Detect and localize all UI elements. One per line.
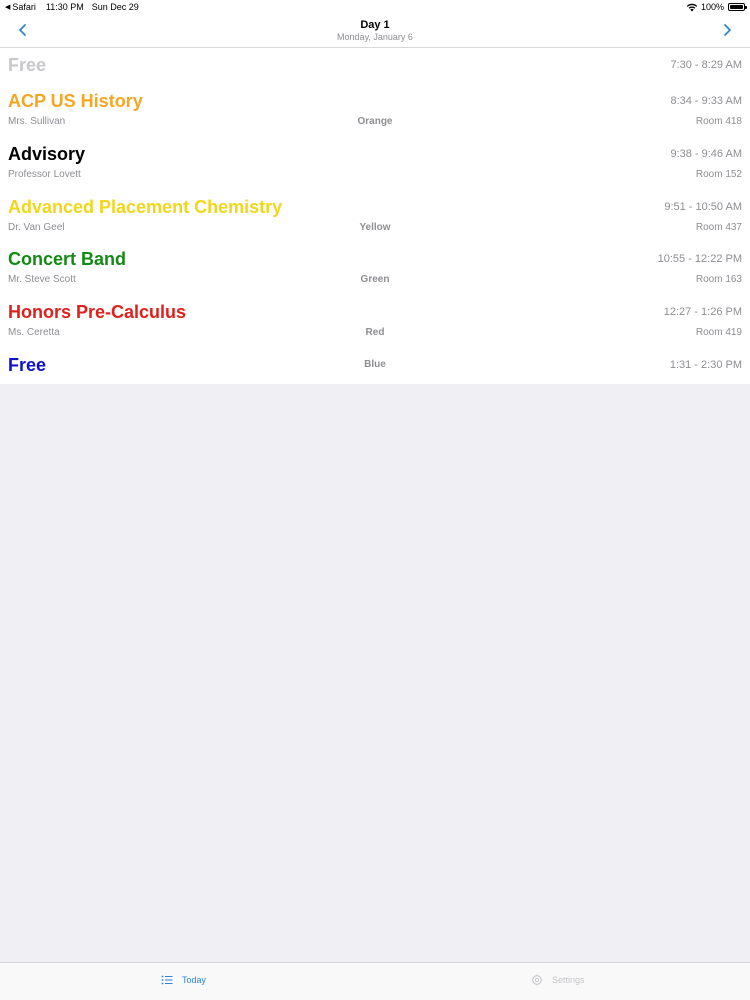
status-time: 11:30 PM	[45, 2, 84, 12]
period-room: Room 152	[695, 169, 742, 180]
period-time: 1:31 - 2:30 PM	[669, 359, 742, 371]
period-time: 12:27 - 1:26 PM	[663, 306, 742, 318]
status-date: Sun Dec 29	[91, 2, 139, 12]
period-row[interactable]: Honors Pre-Calculus 12:27 - 1:26 PM Ms. …	[0, 295, 750, 348]
period-room: Room 419	[695, 327, 742, 338]
period-teacher: Professor Lovett	[8, 169, 81, 180]
battery-icon	[728, 3, 747, 11]
period-color-label: Blue	[364, 359, 386, 370]
app-screen: ◀ Safari 11:30 PM Sun Dec 29 100% Day 1 …	[0, 0, 750, 1000]
period-name: Concert Band	[8, 249, 127, 269]
period-name: Advisory	[8, 144, 86, 164]
tab-today-label: Today	[182, 975, 207, 985]
period-time: 8:34 - 9:33 AM	[670, 95, 742, 107]
date-subtitle: Monday, January 6	[337, 32, 413, 42]
tab-settings-label: Settings	[552, 975, 585, 985]
schedule-list: Free 7:30 - 8:29 AM ACP US History 8:34 …	[0, 48, 750, 384]
period-time: 7:30 - 8:29 AM	[670, 59, 742, 71]
back-arrow-icon[interactable]: ◀	[5, 3, 10, 11]
status-bar: ◀ Safari 11:30 PM Sun Dec 29 100%	[0, 0, 750, 14]
tab-settings[interactable]: Settings	[531, 974, 585, 986]
status-left: ◀ Safari 11:30 PM Sun Dec 29	[5, 2, 139, 12]
period-time: 9:51 - 10:50 AM	[664, 201, 742, 213]
wifi-icon	[686, 3, 698, 11]
period-room: Room 437	[695, 222, 742, 233]
battery-percentage: 100%	[700, 2, 724, 12]
period-row[interactable]: Free 7:30 - 8:29 AM	[0, 48, 750, 84]
list-icon	[161, 975, 173, 985]
period-color-label: Red	[365, 327, 385, 338]
period-row[interactable]: Advanced Placement Chemistry 9:51 - 10:5…	[0, 190, 750, 242]
period-color-label: Green	[360, 274, 390, 285]
period-row[interactable]: Concert Band 10:55 - 12:22 PM Mr. Steve …	[0, 242, 750, 295]
period-row[interactable]: Advisory 9:38 - 9:46 AM Professor Lovett…	[0, 137, 750, 190]
period-row[interactable]: Free Blue 1:31 - 2:30 PM	[0, 348, 750, 384]
tab-bar: Today Settings	[0, 962, 750, 1000]
day-title: Day 1	[360, 19, 390, 31]
period-color-label: Orange	[357, 116, 393, 127]
period-name: Honors Pre-Calculus	[8, 302, 187, 322]
period-time: 10:55 - 12:22 PM	[657, 253, 742, 265]
period-name: Advanced Placement Chemistry	[8, 197, 283, 217]
period-time: 9:38 - 9:46 AM	[670, 148, 742, 160]
period-room: Room 418	[695, 116, 742, 127]
period-name: ACP US History	[8, 91, 143, 111]
chevron-right-icon[interactable]	[719, 22, 735, 38]
tab-today[interactable]: Today	[161, 974, 206, 986]
period-row[interactable]: ACP US History 8:34 - 9:33 AM Mrs. Sulli…	[0, 84, 750, 137]
status-right: 100%	[686, 2, 747, 12]
period-room: Room 163	[695, 274, 742, 285]
gear-icon	[531, 974, 543, 986]
period-name: Free	[8, 55, 47, 75]
nav-bar: Day 1 Monday, January 6	[0, 14, 750, 48]
period-color-label: Yellow	[359, 222, 391, 233]
back-to-app-label[interactable]: Safari	[12, 2, 36, 12]
